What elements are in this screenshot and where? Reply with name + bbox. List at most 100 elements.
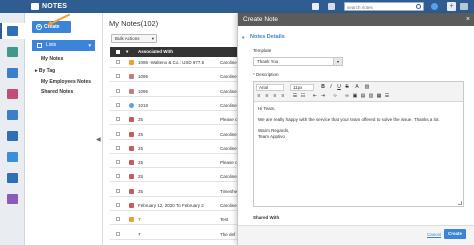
row-checkbox[interactable] [116, 188, 120, 193]
row-associated-with[interactable]: 25 [138, 129, 204, 140]
image-icon[interactable]: ▣ [352, 93, 358, 99]
row-associated-with[interactable]: 7 [138, 229, 204, 240]
font-color-icon[interactable]: A [354, 84, 360, 90]
row-checkbox[interactable] [116, 203, 120, 207]
link-icon[interactable]: ∞ [344, 93, 350, 99]
nav-notes-icon[interactable] [7, 26, 18, 36]
bold-icon[interactable]: B [320, 84, 326, 90]
create-note-button[interactable]: Create [444, 229, 466, 239]
column-associated-with[interactable]: Associated With [138, 47, 173, 57]
fullscreen-icon[interactable]: ▥ [368, 93, 374, 99]
row-checkbox[interactable] [116, 60, 120, 64]
apps-grid-icon[interactable] [328, 3, 335, 10]
font-size-select[interactable]: 11px [290, 84, 314, 91]
row-checkbox[interactable] [116, 174, 120, 179]
plus-circle-icon: + [36, 24, 42, 30]
table-row[interactable]: 1095 -Walteno & Co.: USD 977.50 Caroline [110, 57, 238, 68]
nav-tools-icon[interactable] [7, 110, 18, 120]
row-checkbox[interactable] [116, 117, 120, 122]
align-center-icon[interactable]: ≡ [264, 93, 270, 99]
home-icon[interactable] [312, 3, 319, 10]
row-checkbox[interactable] [116, 74, 120, 79]
row-associated-with[interactable]: February 12, 2020 To February 21, 2020 [138, 200, 204, 211]
sidebar-item-my-employees-notes[interactable]: My Employees Notes [41, 79, 91, 85]
row-checkbox[interactable] [116, 102, 120, 107]
underline-icon[interactable]: U [336, 84, 342, 90]
nav-phone-icon[interactable] [7, 89, 18, 99]
table-row[interactable]: 1095 Caroline [110, 86, 238, 97]
nav-schedule-icon[interactable] [7, 152, 18, 162]
template-select[interactable]: Thank You ▾ [253, 57, 343, 66]
resize-handle-icon[interactable] [458, 201, 462, 205]
table-row[interactable]: 1095 Caroline [110, 71, 238, 83]
sidebar-item-my-notes[interactable]: My Notes [41, 56, 63, 62]
lists-dropdown[interactable]: Lists ▼ [32, 40, 95, 51]
table-row[interactable]: 25 Timeshe [110, 186, 238, 197]
indent-icon[interactable]: ⇥ [320, 93, 326, 99]
row-associated-with[interactable]: 1095 [138, 86, 204, 97]
table-row[interactable]: 25 Caroline [110, 129, 238, 140]
align-justify-icon[interactable]: ≡ [280, 93, 286, 99]
align-left-icon[interactable]: ≡ [256, 93, 262, 99]
row-checkbox[interactable] [116, 88, 120, 93]
table-row[interactable]: ? Test [110, 214, 238, 226]
editor-content[interactable]: Hi Team, We are really happy with the se… [258, 106, 458, 145]
expand-arrow-icon[interactable]: ▸ [35, 68, 38, 74]
note-type-icon [129, 188, 134, 194]
row-associated-with[interactable]: 25 [138, 114, 204, 125]
outdent-icon[interactable]: ⇤ [312, 93, 318, 99]
description-editor[interactable]: Arial 11px B I U S A ▨ ≡ ≡ ≡ ≡ ☰ ☷ ⇤ ⇥ ‹… [253, 81, 464, 207]
row-associated-with[interactable]: 1095 -Walteno & Co.: USD 977.50 [138, 57, 204, 68]
search-icon[interactable] [416, 4, 421, 9]
row-associated-with[interactable]: 25 [138, 157, 204, 168]
nav-board-icon[interactable] [7, 131, 18, 141]
row-checkbox[interactable] [116, 145, 120, 150]
bulleted-list-icon[interactable]: ☰ [292, 93, 298, 99]
table-row[interactable]: 25 Caroline [110, 171, 238, 183]
row-checkbox[interactable] [116, 160, 120, 165]
row-associated-with[interactable]: 25 [138, 143, 204, 154]
search-input[interactable] [347, 4, 413, 10]
numbered-list-icon[interactable]: ☷ [300, 93, 306, 99]
row-checkbox[interactable] [116, 131, 120, 136]
collapse-sidebar-icon[interactable]: ◀ [96, 136, 101, 143]
nav-mail-icon[interactable] [7, 47, 18, 57]
table-row[interactable]: 25 Please c [110, 114, 238, 126]
notes-details-section[interactable]: ▾ Notes Details [242, 34, 285, 41]
row-checkbox[interactable] [116, 217, 120, 222]
row-associated-with[interactable]: 1095 [138, 71, 204, 82]
highlight-icon[interactable]: ▨ [364, 84, 370, 90]
nav-calendar-icon[interactable] [7, 68, 18, 78]
table-row[interactable]: 7 The def [110, 229, 238, 240]
source-code-icon[interactable]: ‹› [332, 93, 338, 99]
nav-reports-icon[interactable] [7, 194, 18, 204]
cancel-link[interactable]: Cancel [427, 232, 441, 238]
select-all-checkbox[interactable] [116, 50, 120, 54]
row-checkbox[interactable] [116, 231, 120, 236]
table-row[interactable]: 25 Caroline [110, 143, 238, 154]
font-family-select[interactable]: Arial [256, 84, 284, 91]
row-associated-with[interactable]: ? [138, 214, 204, 225]
nav-tasks-icon[interactable] [7, 173, 18, 183]
print-icon[interactable]: ▤ [360, 93, 366, 99]
align-right-icon[interactable]: ≡ [272, 93, 278, 99]
table-row[interactable]: 1019 Caroline [110, 100, 238, 111]
row-associated-with[interactable]: 25 [138, 171, 204, 182]
row-associated-with[interactable]: 25 [138, 186, 204, 197]
search-box[interactable] [344, 2, 424, 11]
sidebar-item-by-tag[interactable]: ▸ By Tag [35, 68, 55, 74]
italic-icon[interactable]: I [328, 84, 334, 90]
more-options-icon[interactable]: ☰ [384, 93, 390, 99]
bulk-actions-dropdown[interactable]: Bulk Actions ▾ [111, 34, 157, 43]
table-icon[interactable]: ▦ [376, 93, 382, 99]
add-button[interactable]: + [447, 2, 456, 11]
sort-arrow-icon[interactable]: ▾ [126, 47, 128, 57]
row-associated-with[interactable]: 1019 [138, 100, 204, 111]
sidebar-item-shared-notes[interactable]: Shared Notes [41, 89, 73, 95]
table-row[interactable]: February 12, 2020 To February 21, 2020 Ca… [110, 200, 238, 211]
table-row[interactable]: 25 Please c [110, 157, 238, 169]
close-icon[interactable]: × [466, 13, 470, 26]
user-menu-icon[interactable] [460, 3, 468, 10]
strikethrough-icon[interactable]: S [344, 84, 350, 90]
help-icon[interactable] [431, 3, 438, 10]
